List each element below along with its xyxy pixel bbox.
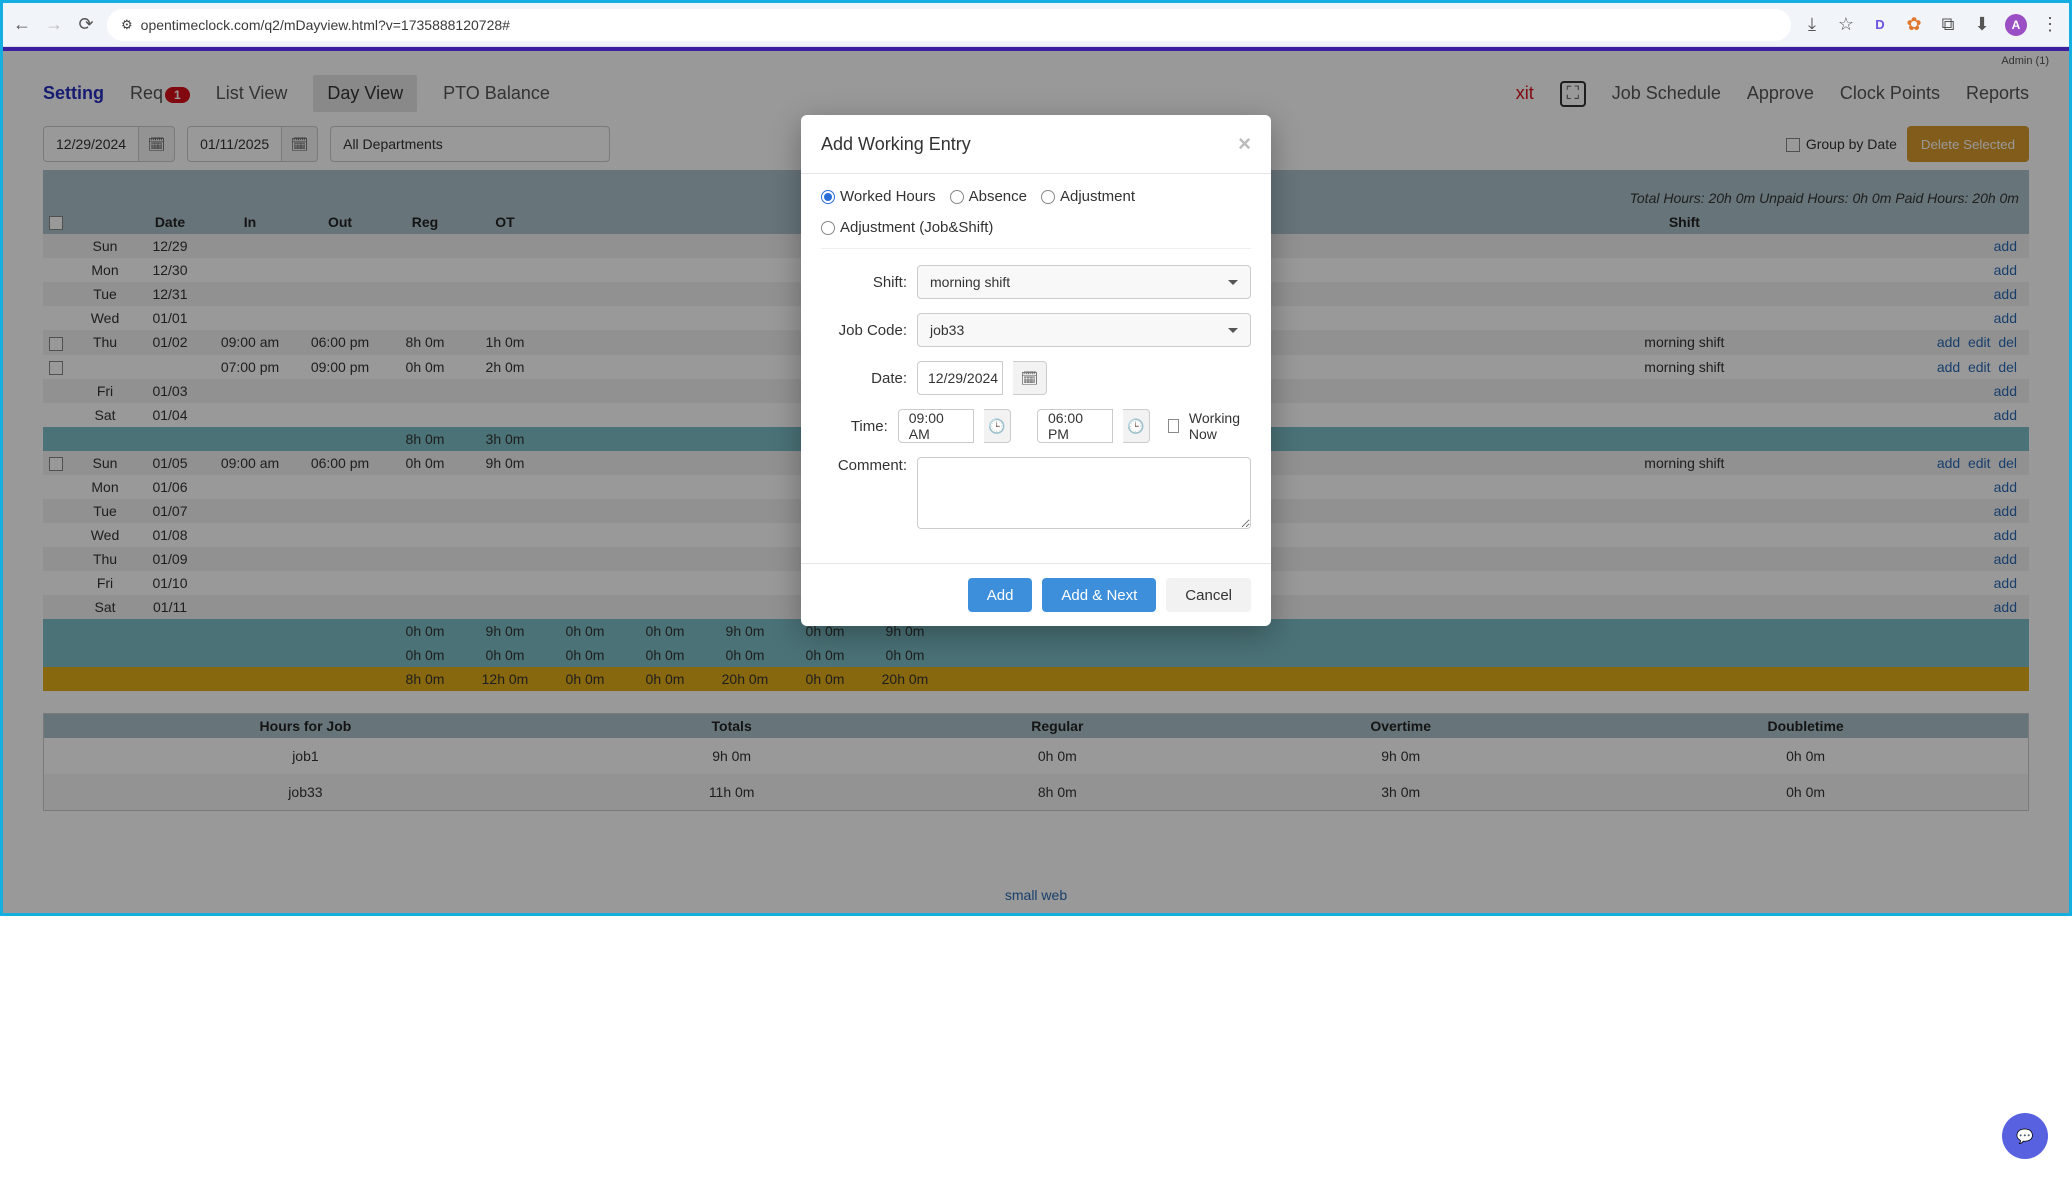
comment-label: Comment: xyxy=(821,457,907,474)
install-icon[interactable]: ⤓ xyxy=(1801,14,1823,36)
ext-flower-icon[interactable]: ✿ xyxy=(1903,14,1925,36)
url-text: opentimeclock.com/q2/mDayview.html?v=173… xyxy=(141,17,510,33)
cancel-button[interactable]: Cancel xyxy=(1166,578,1251,612)
radio-adjustment-jobshift[interactable]: Adjustment (Job&Shift) xyxy=(821,219,993,236)
ext-d-icon[interactable]: D xyxy=(1869,14,1891,36)
time-label: Time: xyxy=(821,418,888,435)
chat-fab-icon[interactable]: 💬 xyxy=(2002,1113,2048,1159)
caret-down-icon xyxy=(1228,280,1238,285)
add-working-entry-modal: Add Working Entry × Worked Hours Absence… xyxy=(801,115,1271,626)
tune-icon: ⚙ xyxy=(121,17,133,33)
working-now-toggle[interactable]: Working Now xyxy=(1168,410,1251,442)
shift-select[interactable]: morning shift xyxy=(917,265,1251,299)
extensions-icon[interactable]: ⧉ xyxy=(1937,14,1959,36)
jobcode-select[interactable]: job33 xyxy=(917,313,1251,347)
date-input[interactable]: 12/29/2024 xyxy=(917,361,1003,395)
jobcode-label: Job Code: xyxy=(821,322,907,339)
entry-type-radio-group: Worked Hours Absence Adjustment Adjustme… xyxy=(821,188,1251,249)
time-in-picker-icon[interactable]: 🕒 xyxy=(984,409,1011,443)
time-out-picker-icon[interactable]: 🕒 xyxy=(1123,409,1150,443)
radio-adjustment[interactable]: Adjustment xyxy=(1041,188,1135,205)
url-bar[interactable]: ⚙ opentimeclock.com/q2/mDayview.html?v=1… xyxy=(107,9,1791,41)
star-icon[interactable]: ☆ xyxy=(1835,14,1857,36)
date-label: Date: xyxy=(821,370,907,387)
add-next-button[interactable]: Add & Next xyxy=(1042,578,1156,612)
modal-title: Add Working Entry xyxy=(821,134,971,155)
radio-absence[interactable]: Absence xyxy=(950,188,1027,205)
caret-down-icon xyxy=(1228,328,1238,333)
date-picker-icon[interactable]: 🗓 xyxy=(1013,361,1047,395)
back-icon[interactable]: ← xyxy=(11,14,33,36)
shift-label: Shift: xyxy=(821,274,907,291)
browser-chrome: ← → ⟳ ⚙ opentimeclock.com/q2/mDayview.ht… xyxy=(3,3,2069,47)
download-icon[interactable]: ⬇ xyxy=(1971,14,1993,36)
working-now-checkbox[interactable] xyxy=(1168,419,1179,433)
app-root: Admin (1) Setting Req1 List View Day Vie… xyxy=(3,47,2069,913)
comment-textarea[interactable] xyxy=(917,457,1251,529)
radio-worked-hours[interactable]: Worked Hours xyxy=(821,188,936,205)
menu-dots-icon[interactable]: ⋮ xyxy=(2039,14,2061,36)
time-out-input[interactable]: 06:00 PM xyxy=(1037,409,1113,443)
reload-icon[interactable]: ⟳ xyxy=(75,14,97,36)
close-icon[interactable]: × xyxy=(1238,131,1251,157)
radio-dot-selected xyxy=(821,190,835,204)
profile-avatar[interactable]: A xyxy=(2005,14,2027,36)
time-in-input[interactable]: 09:00 AM xyxy=(898,409,974,443)
forward-icon[interactable]: → xyxy=(43,14,65,36)
add-button[interactable]: Add xyxy=(968,578,1033,612)
